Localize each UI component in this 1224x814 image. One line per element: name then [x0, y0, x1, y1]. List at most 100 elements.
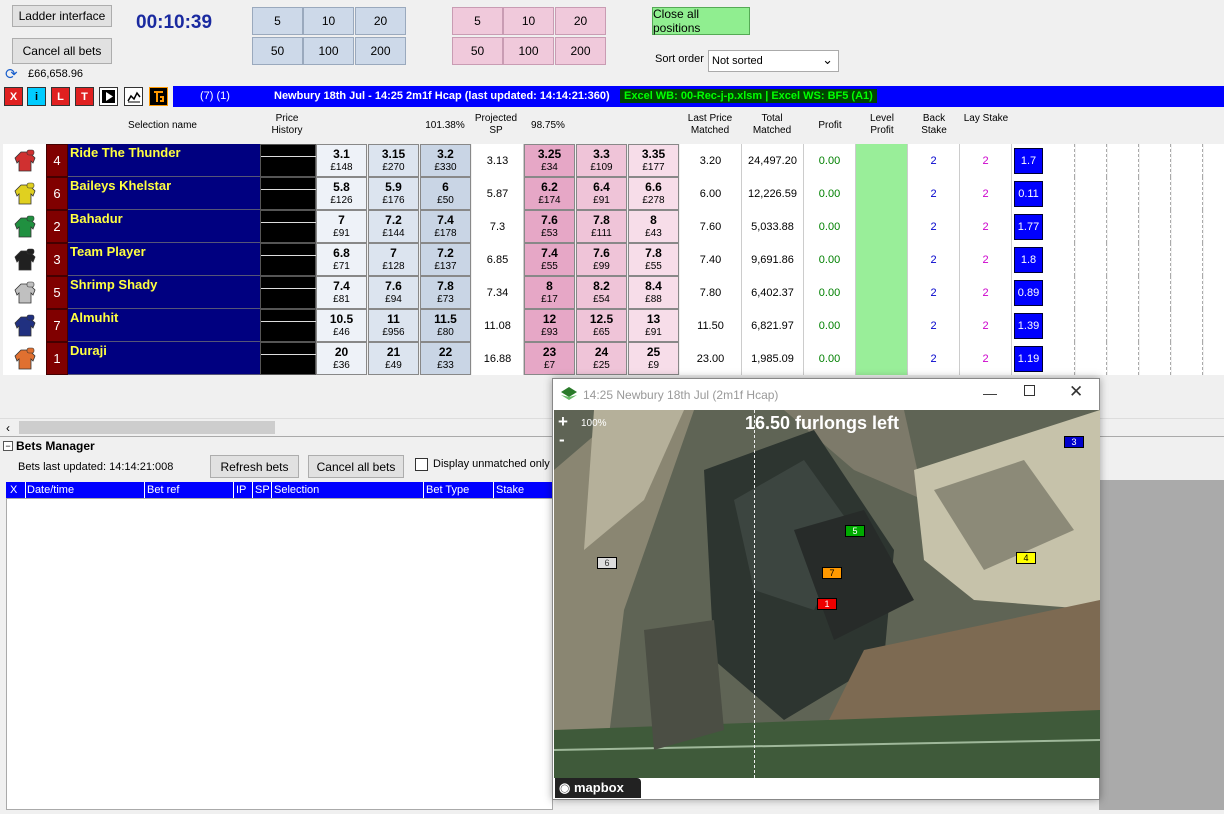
play-video-icon[interactable]: [99, 87, 118, 106]
runner-marker-4[interactable]: 4: [1016, 552, 1036, 564]
ladder-l-button[interactable]: L: [51, 87, 70, 106]
back-stake-value[interactable]: 2: [908, 342, 960, 375]
back-stake-value[interactable]: 2: [908, 210, 960, 243]
lay-stake-100-button[interactable]: 100: [503, 37, 554, 65]
lay-stake-value[interactable]: 2: [960, 342, 1012, 375]
lay-price-cell[interactable]: 3.35 £177: [628, 144, 679, 177]
trigger-value[interactable]: 1.19: [1014, 346, 1043, 372]
lay-price-cell[interactable]: 6.6 £278: [628, 177, 679, 210]
trade-t-button[interactable]: T: [75, 87, 94, 106]
trigger-value[interactable]: 1.39: [1014, 313, 1043, 339]
back-price-cell[interactable]: 7.6 £94: [368, 276, 419, 309]
back-stake-5-button[interactable]: 5: [252, 7, 303, 35]
cancel-x-button[interactable]: X: [4, 87, 23, 106]
back-stake-value[interactable]: 2: [908, 144, 960, 177]
back-price-cell[interactable]: 7.4 £178: [420, 210, 471, 243]
runner-name[interactable]: Bahadur: [68, 210, 260, 243]
back-price-cell[interactable]: 7 £128: [368, 243, 419, 276]
back-price-cell[interactable]: 7.4 £81: [316, 276, 367, 309]
level-profit-cell[interactable]: [856, 210, 908, 243]
lay-stake-value[interactable]: 2: [960, 309, 1012, 342]
lay-stake-5-button[interactable]: 5: [452, 7, 503, 35]
lay-price-cell[interactable]: 24 £25: [576, 342, 627, 375]
back-price-cell[interactable]: 11 £956: [368, 309, 419, 342]
price-history-graph[interactable]: [260, 177, 317, 210]
back-stake-value[interactable]: 2: [908, 276, 960, 309]
info-button[interactable]: i: [27, 87, 46, 106]
ladder-interface-button[interactable]: Ladder interface: [12, 5, 112, 27]
runner-marker-7[interactable]: 7: [822, 567, 842, 579]
runner-name[interactable]: Shrimp Shady: [68, 276, 260, 309]
back-stake-value[interactable]: 2: [908, 177, 960, 210]
back-stake-value[interactable]: 2: [908, 243, 960, 276]
level-profit-cell[interactable]: [856, 144, 908, 177]
lay-stake-50-button[interactable]: 50: [452, 37, 503, 65]
lay-stake-200-button[interactable]: 200: [555, 37, 606, 65]
level-profit-cell[interactable]: [856, 243, 908, 276]
lay-price-cell[interactable]: 3.25 £34: [524, 144, 575, 177]
back-price-cell[interactable]: 22 £33: [420, 342, 471, 375]
lay-price-cell[interactable]: 8 £17: [524, 276, 575, 309]
trigger-value[interactable]: 1.7: [1014, 148, 1043, 174]
lay-stake-10-button[interactable]: 10: [503, 7, 554, 35]
lay-price-cell[interactable]: 7.6 £99: [576, 243, 627, 276]
lay-price-cell[interactable]: 7.8 £111: [576, 210, 627, 243]
lay-price-cell[interactable]: 8.2 £54: [576, 276, 627, 309]
lay-price-cell[interactable]: 25 £9: [628, 342, 679, 375]
zoom-out-icon[interactable]: -: [559, 430, 565, 450]
level-profit-cell[interactable]: [856, 342, 908, 375]
lay-price-cell[interactable]: 13 £91: [628, 309, 679, 342]
lay-price-cell[interactable]: 7.6 £53: [524, 210, 575, 243]
close-icon[interactable]: ✕: [1069, 382, 1083, 402]
back-stake-100-button[interactable]: 100: [303, 37, 354, 65]
lay-stake-value[interactable]: 2: [960, 144, 1012, 177]
level-profit-cell[interactable]: [856, 309, 908, 342]
trigger-value[interactable]: 1.8: [1014, 247, 1043, 273]
runner-marker-6[interactable]: 6: [597, 557, 617, 569]
runner-name[interactable]: Duraji: [68, 342, 260, 375]
price-history-graph[interactable]: [260, 276, 317, 309]
satellite-map[interactable]: + - 100% 16.50 furlongs left 3 5 4 6 7 1: [554, 410, 1100, 778]
scrollbar-thumb[interactable]: [19, 421, 275, 434]
back-stake-200-button[interactable]: 200: [355, 37, 406, 65]
cancel-all-bets-button[interactable]: Cancel all bets: [12, 38, 112, 64]
price-history-graph[interactable]: [260, 243, 317, 276]
back-price-cell[interactable]: 7.8 £73: [420, 276, 471, 309]
back-price-cell[interactable]: 5.8 £126: [316, 177, 367, 210]
runner-marker-5[interactable]: 5: [845, 525, 865, 537]
collapse-icon[interactable]: −: [3, 441, 13, 451]
price-history-graph[interactable]: [260, 144, 317, 177]
refresh-icon[interactable]: ⟳: [5, 67, 21, 83]
maximize-icon[interactable]: [1024, 385, 1035, 396]
back-price-cell[interactable]: 7.2 £137: [420, 243, 471, 276]
runner-marker-1[interactable]: 1: [817, 598, 837, 610]
price-history-graph[interactable]: [260, 309, 317, 342]
lay-price-cell[interactable]: 23 £7: [524, 342, 575, 375]
back-stake-value[interactable]: 2: [908, 309, 960, 342]
minimize-icon[interactable]: —: [983, 385, 997, 401]
back-price-cell[interactable]: 3.15 £270: [368, 144, 419, 177]
back-price-cell[interactable]: 21 £49: [368, 342, 419, 375]
back-price-cell[interactable]: 5.9 £176: [368, 177, 419, 210]
trigger-value[interactable]: 1.77: [1014, 214, 1043, 240]
back-stake-10-button[interactable]: 10: [303, 7, 354, 35]
back-stake-20-button[interactable]: 20: [355, 7, 406, 35]
close-all-positions-button[interactable]: Close all positions: [652, 7, 750, 35]
back-price-cell[interactable]: 6 £50: [420, 177, 471, 210]
lay-price-cell[interactable]: 6.4 £91: [576, 177, 627, 210]
lay-stake-20-button[interactable]: 20: [555, 7, 606, 35]
lay-stake-value[interactable]: 2: [960, 210, 1012, 243]
refresh-bets-button[interactable]: Refresh bets: [210, 455, 299, 478]
unmatched-only-checkbox[interactable]: [415, 458, 428, 471]
back-price-cell[interactable]: 11.5 £80: [420, 309, 471, 342]
back-price-cell[interactable]: 6.8 £71: [316, 243, 367, 276]
racing-post-icon[interactable]: [149, 87, 168, 106]
lay-price-cell[interactable]: 12.5 £65: [576, 309, 627, 342]
runner-name[interactable]: Almuhit: [68, 309, 260, 342]
zoom-in-icon[interactable]: +: [558, 412, 568, 432]
sort-order-select[interactable]: Not sorted ⌄: [708, 50, 839, 72]
runner-name[interactable]: Team Player: [68, 243, 260, 276]
lay-price-cell[interactable]: 7.4 £55: [524, 243, 575, 276]
back-price-cell[interactable]: 7.2 £144: [368, 210, 419, 243]
back-price-cell[interactable]: 3.1 £148: [316, 144, 367, 177]
